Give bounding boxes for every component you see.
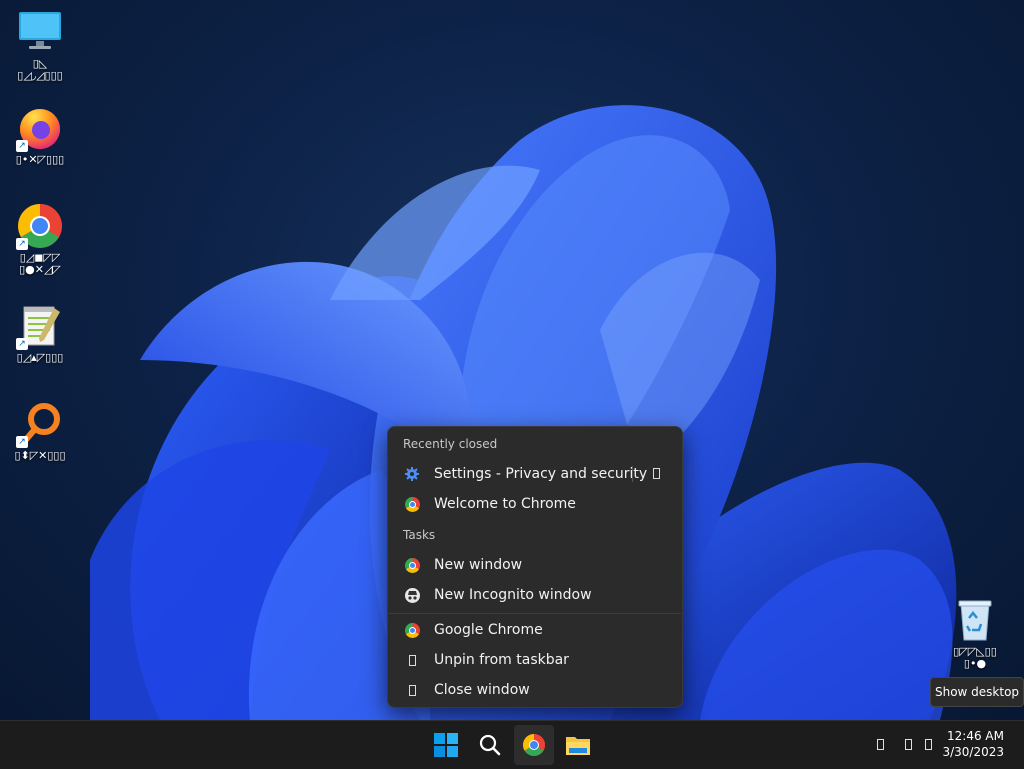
file-explorer-button[interactable]: [558, 725, 598, 765]
recently-closed-header: Recently closed: [403, 437, 498, 451]
jump-item-label: New Incognito window: [434, 587, 592, 603]
separator: [389, 613, 681, 614]
taskbar-chrome-button[interactable]: [514, 725, 554, 765]
desktop-icon-chrome[interactable]: ↗ ▯◿◼◸◸ ▯●✕◿◸: [2, 202, 78, 276]
jump-item-new-window[interactable]: New window: [390, 551, 680, 579]
unpin-icon: [404, 652, 420, 668]
desktop-icon-search-everything[interactable]: ↗ ▯⬍◸✕▯▯▯: [2, 400, 78, 462]
chrome-icon: [404, 622, 420, 638]
desktop-icon-firefox[interactable]: ↗ ▯•✕◸▯▯▯: [2, 104, 78, 166]
notepad-icon: ↗: [16, 302, 64, 350]
folder-icon: [566, 737, 590, 755]
firefox-icon: ↗: [16, 104, 64, 152]
chrome-icon: [523, 734, 545, 756]
gear-icon: [404, 466, 420, 482]
desktop-icon-notepad-plus[interactable]: ↗ ▯◿▴◸▯▯▯: [2, 302, 78, 364]
recycle-bin-icon: [951, 596, 999, 644]
jump-item-label: New window: [434, 557, 523, 573]
jump-item-label: Welcome to Chrome: [434, 496, 576, 512]
close-window-icon: [404, 682, 420, 698]
divider: [632, 466, 633, 482]
volume-icon[interactable]: [925, 739, 932, 750]
desktop-icon-label: ▯◿▴◸▯▯▯: [16, 351, 64, 364]
magnifier-icon: ↗: [16, 400, 64, 448]
pin-icon[interactable]: [653, 468, 660, 479]
desktop-icon-label: ▯•✕◸▯▯▯: [15, 153, 65, 166]
chrome-icon: [404, 496, 420, 512]
tray-overflow-icon[interactable]: [877, 739, 884, 750]
jump-item-settings-privacy[interactable]: Settings - Privacy and security: [390, 460, 680, 488]
jump-item-new-incognito[interactable]: New Incognito window: [390, 581, 680, 609]
desktop-icon-label: ▯⬍◸✕▯▯▯: [14, 449, 66, 462]
desktop-icon-recycle-bin[interactable]: ▯◸◸◺▯▯ ▯•●: [937, 596, 1013, 670]
clock-time: 12:46 AM: [947, 729, 1004, 743]
jump-item-label: Settings - Privacy and security: [434, 466, 648, 482]
shortcut-arrow-icon: ↗: [16, 436, 28, 448]
desktop-icon-this-pc[interactable]: ▯◺ ▯◿◞◿▯▯▯: [2, 8, 78, 82]
jump-item-label: Unpin from taskbar: [434, 652, 569, 668]
jump-item-label: Google Chrome: [434, 622, 543, 638]
chrome-icon: ↗: [16, 202, 64, 250]
search-icon: [479, 734, 501, 756]
shortcut-arrow-icon: ↗: [16, 140, 28, 152]
chrome-jump-list: Recently closed Settings - Privacy and s…: [387, 426, 683, 708]
tasks-header: Tasks: [403, 528, 436, 542]
desktop-icon-label: ▯◸◸◺▯▯ ▯•●: [953, 645, 997, 670]
start-button[interactable]: [426, 725, 466, 765]
desktop-icon-label: ▯◿◼◸◸ ▯●✕◿◸: [19, 251, 61, 276]
shortcut-arrow-icon: ↗: [16, 338, 28, 350]
clock[interactable]: 12:46 AM 3/30/2023: [942, 728, 1004, 760]
search-button[interactable]: [470, 725, 510, 765]
taskbar: 12:46 AM 3/30/2023: [0, 720, 1024, 769]
show-desktop-tooltip: Show desktop: [930, 677, 1024, 707]
windows-logo-icon: [434, 733, 458, 757]
network-icon[interactable]: [905, 739, 912, 750]
jump-item-welcome[interactable]: Welcome to Chrome: [390, 490, 680, 518]
clock-date: 3/30/2023: [942, 745, 1004, 759]
jump-item-unpin[interactable]: Unpin from taskbar: [390, 646, 680, 674]
jump-item-close-window[interactable]: Close window: [390, 676, 680, 704]
shortcut-arrow-icon: ↗: [16, 238, 28, 250]
monitor-icon: [16, 8, 64, 56]
jump-item-google-chrome[interactable]: Google Chrome: [390, 616, 680, 644]
desktop-icon-label: ▯◺ ▯◿◞◿▯▯▯: [17, 57, 63, 82]
incognito-icon: [404, 587, 420, 603]
chrome-icon: [404, 557, 420, 573]
jump-item-label: Close window: [434, 682, 530, 698]
